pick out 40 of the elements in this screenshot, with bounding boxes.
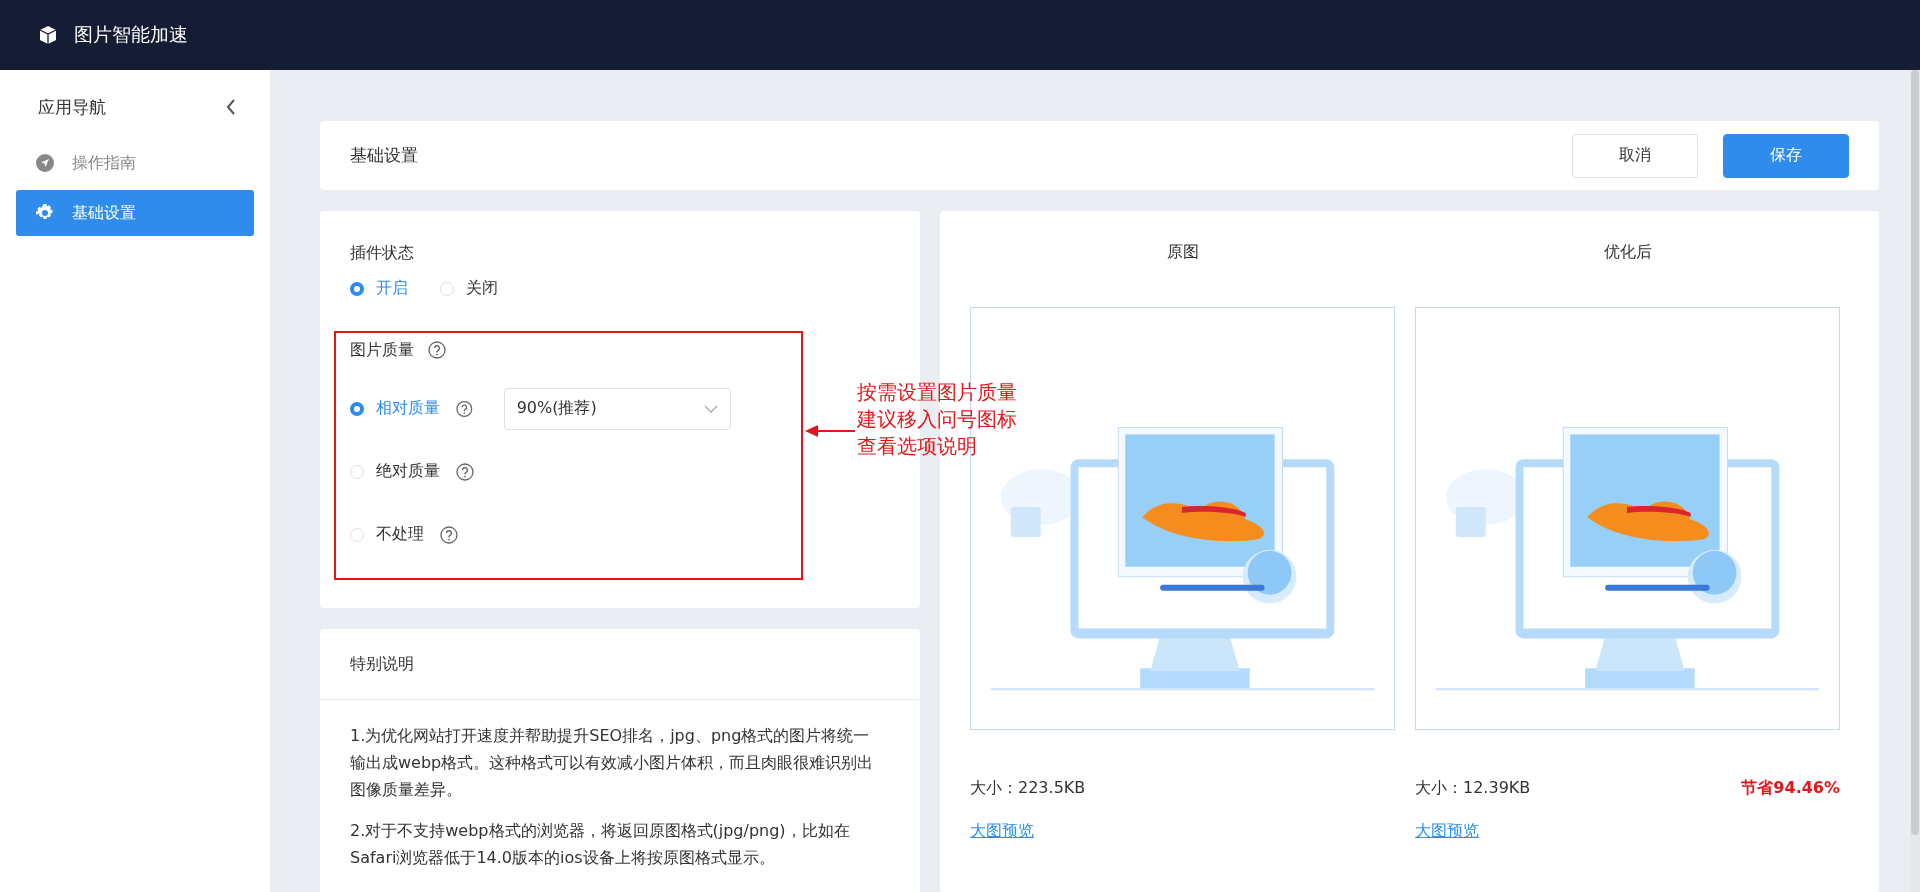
file-size: 大小：12.39KB	[1415, 778, 1531, 799]
help-icon[interactable]	[456, 399, 473, 418]
radio-option[interactable]: 相对质量	[350, 398, 440, 419]
radio-option[interactable]: 不处理	[350, 524, 424, 545]
chevron-down-icon	[704, 404, 718, 413]
preview-link[interactable]: 大图预览	[970, 821, 1034, 842]
sidebar-item[interactable]: 基础设置	[16, 190, 254, 236]
section-title: 特别说明	[350, 653, 414, 675]
radio-icon[interactable]	[350, 281, 364, 296]
arrow-icon	[805, 425, 855, 437]
radio-option[interactable]: 开启	[350, 278, 408, 299]
sidebar-item[interactable]: 操作指南	[16, 140, 254, 186]
app-title: 图片智能加速	[74, 22, 188, 47]
radio-option[interactable]: 绝对质量	[350, 461, 440, 482]
column-title: 优化后	[1603, 242, 1652, 263]
collapse-icon[interactable]	[226, 99, 236, 115]
radio-option[interactable]: 关闭	[440, 278, 498, 299]
column-title: 原图	[1166, 242, 1199, 263]
navigation-icon	[36, 154, 54, 172]
field-label: 插件状态	[350, 243, 415, 264]
cancel-button[interactable]: 取消	[1572, 133, 1698, 178]
settings-icon	[36, 204, 54, 222]
help-icon[interactable]	[440, 525, 458, 544]
help-icon[interactable]	[456, 462, 474, 481]
saving-text: 节省94.46%	[1741, 778, 1840, 799]
field-label: 图片质量	[350, 339, 414, 361]
note-paragraph: 2.对于不支持webp格式的浏览器，将返回原图格式(jpg/png)，比如在Safari浏览器低于14.0版本的ios设备上将按原图格式显示。	[350, 820, 851, 869]
preview-link[interactable]: 大图预览	[1415, 821, 1479, 842]
help-icon[interactable]	[428, 341, 446, 359]
quality-select[interactable]: 90%(推荐)	[503, 387, 731, 430]
page-title: 基础设置	[350, 144, 419, 167]
annotation-text: 查看选项说明	[857, 433, 978, 460]
cube-icon	[38, 25, 58, 45]
file-size: 大小：223.5KB	[970, 778, 1086, 799]
save-button[interactable]: 保存	[1723, 133, 1849, 178]
note-paragraph: 1.为优化网站打开速度并帮助提升SEO排名，jpg、png格式的图片将统一输出成webp格式。这种格式可以有效减小图片体积，而且肉眼很难识别出图像质量差异。	[350, 725, 875, 801]
radio-icon[interactable]	[350, 401, 364, 416]
annotation-text: 建议移入问号图标	[857, 406, 1017, 433]
sidebar-title: 应用导航	[38, 95, 106, 119]
annotation-text: 按需设置图片质量	[857, 379, 1017, 406]
